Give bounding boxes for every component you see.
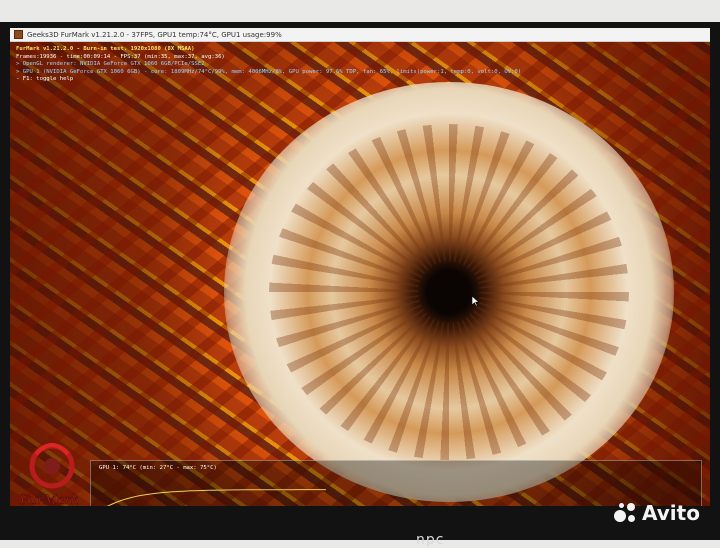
mouse-cursor-icon [472, 296, 480, 306]
furmark-app-icon [14, 30, 23, 39]
osd-gpu-line: > GPU 1 (NVIDIA GeForce GTX 1060 6GB) - … [16, 68, 522, 75]
temperature-line [106, 489, 326, 506]
gpu-temperature-graph: GPU 1: 74°C (min: 27°C - max: 75°C) [90, 460, 702, 506]
monitor-brand-logo: npc [416, 532, 445, 548]
avito-watermark-text: Avito [642, 501, 700, 525]
osd-title-line: FurMark v1.21.2.0 - Burn-in test, 1920x1… [16, 46, 195, 52]
window-title-bar[interactable]: Geeks3D FurMark v1.21.2.0 - 37FPS, GPU1 … [10, 28, 710, 42]
osd-renderer-line: > OpenGL renderer: NVIDIA GeForce GTX 10… [16, 61, 205, 68]
avito-logo-icon [612, 500, 638, 526]
render-area[interactable]: FurMark v1.21.2.0 - Burn-in test, 1920x1… [10, 42, 710, 506]
osd-help-line: - F1: toggle help [16, 76, 74, 83]
osd-frames-line: Frames:19936 - time:00:09:14 - FPS:37 (m… [16, 53, 225, 60]
monitor: Geeks3D FurMark v1.21.2.0 - 37FPS, GPU1 … [0, 22, 720, 548]
osd-overlay: FurMark v1.21.2.0 - Burn-in test, 1920x1… [16, 46, 576, 84]
window-title: Geeks3D FurMark v1.21.2.0 - 37FPS, GPU1 … [27, 30, 282, 39]
fur-donut-render [224, 82, 674, 502]
avito-watermark: Avito [612, 500, 700, 526]
furmark-logo-text: FurMark [19, 493, 79, 506]
screen: Geeks3D FurMark v1.21.2.0 - 37FPS, GPU1 … [10, 28, 710, 506]
furmark-logo-icon: FurMark [19, 443, 79, 506]
